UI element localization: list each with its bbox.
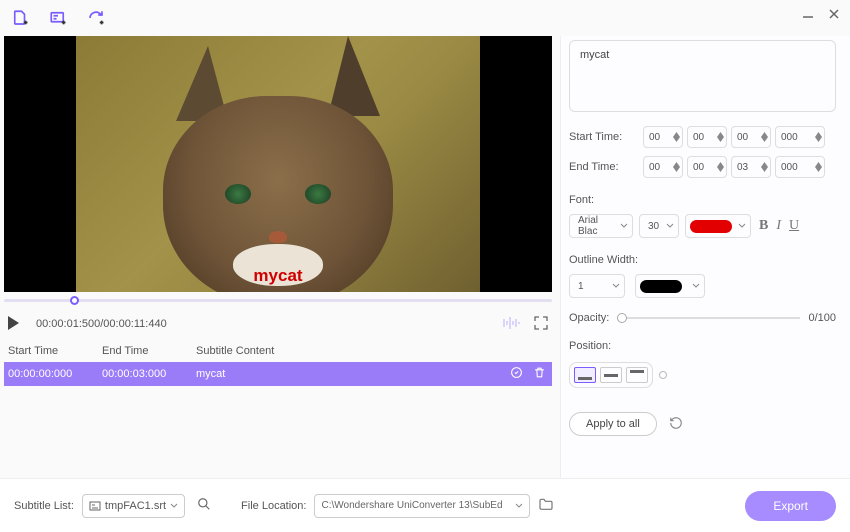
apply-to-all-button[interactable]: Apply to all xyxy=(569,412,657,436)
play-button[interactable] xyxy=(8,316,24,332)
outline-color-dropdown[interactable] xyxy=(635,274,705,298)
timeline-handle[interactable] xyxy=(70,296,79,305)
subtitle-table-header: Start Time End Time Subtitle Content xyxy=(4,340,552,362)
subtitle-list-label: Subtitle List: xyxy=(14,500,74,512)
close-icon[interactable] xyxy=(828,8,840,23)
col-end-header: End Time xyxy=(102,345,196,357)
add-subtitle-icon[interactable] xyxy=(48,8,68,28)
file-location-label: File Location: xyxy=(241,500,306,512)
opacity-thumb[interactable] xyxy=(617,313,627,323)
font-color-dropdown[interactable] xyxy=(685,214,751,238)
right-pane: mycat Start Time: 00 00 00 000 End Time:… xyxy=(560,36,850,478)
search-icon[interactable] xyxy=(197,497,211,514)
start-millis[interactable]: 000 xyxy=(775,126,825,148)
reset-icon[interactable] xyxy=(669,416,683,433)
opacity-slider[interactable] xyxy=(617,317,800,319)
refresh-toolbar-icon[interactable] xyxy=(86,8,106,28)
end-seconds[interactable]: 03 xyxy=(731,156,771,178)
end-minutes[interactable]: 00 xyxy=(687,156,727,178)
underline-button[interactable]: U xyxy=(789,218,799,234)
start-hours[interactable]: 00 xyxy=(643,126,683,148)
opacity-label: Opacity: xyxy=(569,312,609,324)
position-bottom-button[interactable] xyxy=(574,367,596,383)
position-indicator-icon xyxy=(659,371,667,379)
col-content-header: Subtitle Content xyxy=(196,345,548,357)
row-end: 00:00:03:000 xyxy=(102,368,196,380)
outline-label: Outline Width: xyxy=(569,254,836,266)
table-row[interactable]: 00:00:00:000 00:00:03:000 mycat xyxy=(4,362,552,386)
export-button[interactable]: Export xyxy=(745,491,836,521)
bold-button[interactable]: B xyxy=(759,218,768,234)
outline-width-dropdown[interactable]: 1 xyxy=(569,274,625,298)
player-timecode: 00:00:01:500/00:00:11:440 xyxy=(36,318,167,330)
end-time-label: End Time: xyxy=(569,161,643,173)
row-delete-icon[interactable] xyxy=(533,366,546,382)
left-pane: mycat 00:00:01:500/00:00:11:440 Start Ti… xyxy=(0,36,560,478)
row-start: 00:00:00:000 xyxy=(8,368,102,380)
footer-bar: Subtitle List: tmpFAC1.srt File Location… xyxy=(0,478,850,532)
font-size-dropdown[interactable]: 30 xyxy=(639,214,679,238)
start-minutes[interactable]: 00 xyxy=(687,126,727,148)
col-start-header: Start Time xyxy=(8,345,102,357)
file-location-dropdown[interactable]: C:\Wondershare UniConverter 13\SubEd xyxy=(314,494,530,518)
font-name-dropdown[interactable]: Arial Blac xyxy=(569,214,633,238)
end-hours[interactable]: 00 xyxy=(643,156,683,178)
row-edit-icon[interactable] xyxy=(510,366,523,382)
open-folder-icon[interactable] xyxy=(538,497,554,514)
top-toolbar xyxy=(0,0,850,36)
subtitle-overlay: mycat xyxy=(253,266,302,286)
start-time-label: Start Time: xyxy=(569,131,643,143)
italic-button[interactable]: I xyxy=(776,218,781,234)
position-top-button[interactable] xyxy=(626,367,648,383)
position-label: Position: xyxy=(569,340,836,352)
opacity-readout: 0/100 xyxy=(808,312,836,324)
position-middle-button[interactable] xyxy=(600,367,622,383)
add-file-icon[interactable] xyxy=(10,8,30,28)
waveform-icon[interactable] xyxy=(502,316,520,333)
video-preview[interactable]: mycat xyxy=(4,36,552,292)
minimize-icon[interactable] xyxy=(802,8,814,23)
subtitle-file-dropdown[interactable]: tmpFAC1.srt xyxy=(82,494,185,518)
subtitle-text-input[interactable]: mycat xyxy=(569,40,836,112)
fullscreen-icon[interactable] xyxy=(534,316,548,333)
font-label: Font: xyxy=(569,194,836,206)
timeline[interactable] xyxy=(4,294,552,308)
start-seconds[interactable]: 00 xyxy=(731,126,771,148)
end-millis[interactable]: 000 xyxy=(775,156,825,178)
row-content: mycat xyxy=(196,368,548,380)
